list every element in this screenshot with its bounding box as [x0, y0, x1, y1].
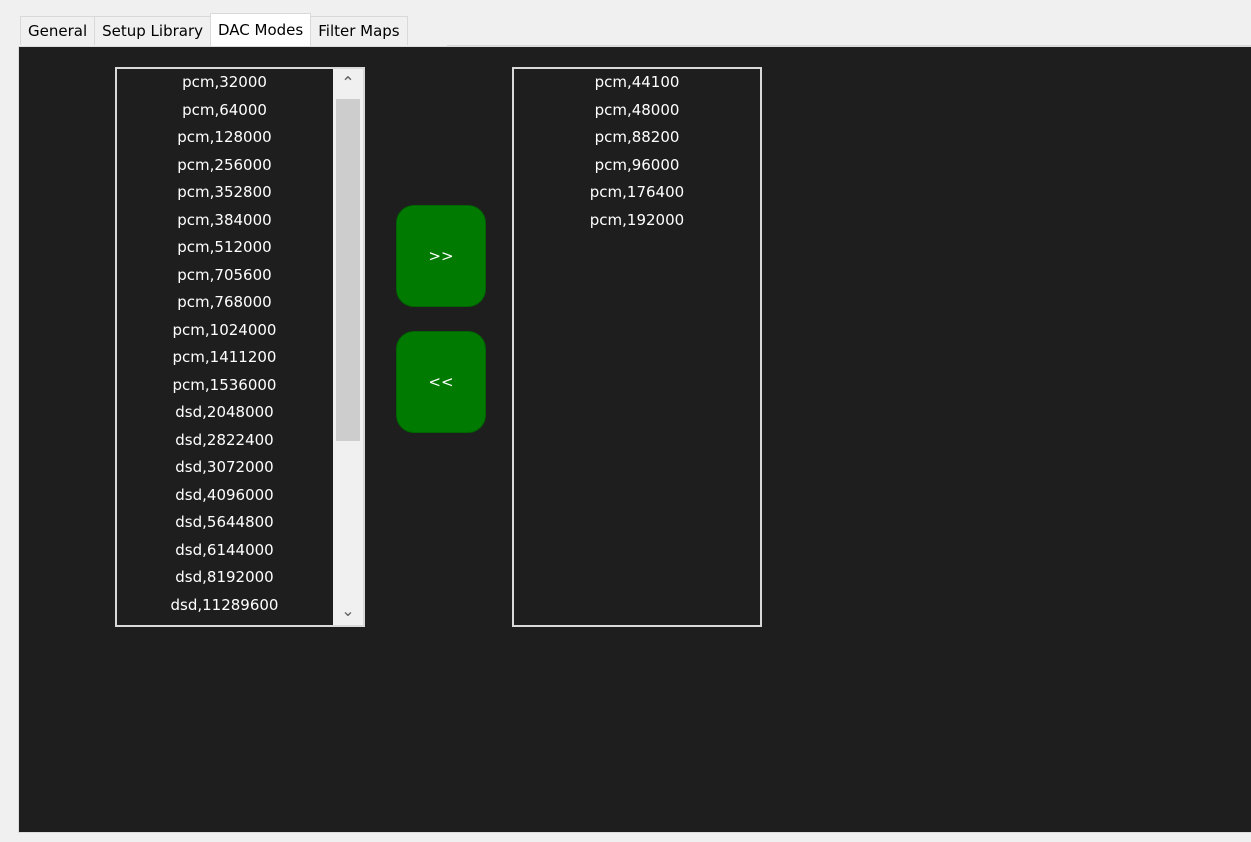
list-item[interactable]: dsd,3072000: [117, 454, 332, 482]
selected-modes-items: pcm,44100 pcm,48000 pcm,88200 pcm,96000 …: [514, 69, 760, 234]
list-item[interactable]: pcm,1411200: [117, 344, 332, 372]
list-item[interactable]: pcm,176400: [514, 179, 760, 207]
list-item[interactable]: dsd,8192000: [117, 564, 332, 592]
add-mode-button[interactable]: >>: [396, 205, 486, 307]
list-item[interactable]: pcm,96000: [514, 152, 760, 180]
scroll-up-icon[interactable]: ⌃: [333, 69, 363, 97]
list-item[interactable]: pcm,128000: [117, 124, 332, 152]
list-item[interactable]: pcm,88200: [514, 124, 760, 152]
list-item[interactable]: dsd,2048000: [117, 399, 332, 427]
tab-filter-maps[interactable]: Filter Maps: [310, 16, 408, 45]
vertical-scrollbar[interactable]: ⌃ ⌄: [333, 69, 363, 625]
list-item[interactable]: dsd,6144000: [117, 537, 332, 565]
list-item[interactable]: dsd,2822400: [117, 427, 332, 455]
tab-bar: General Setup Library DAC Modes Filter M…: [20, 13, 408, 46]
list-item[interactable]: dsd,11289600: [117, 592, 332, 620]
available-modes-list[interactable]: pcm,32000 pcm,64000 pcm,128000 pcm,25600…: [115, 67, 365, 627]
list-item[interactable]: pcm,512000: [117, 234, 332, 262]
list-item[interactable]: dsd,4096000: [117, 482, 332, 510]
list-item[interactable]: pcm,256000: [117, 152, 332, 180]
dac-modes-panel: pcm,32000 pcm,64000 pcm,128000 pcm,25600…: [18, 46, 1251, 833]
list-item[interactable]: pcm,64000: [117, 97, 332, 125]
list-item[interactable]: pcm,352800: [117, 179, 332, 207]
list-item[interactable]: pcm,1024000: [117, 317, 332, 345]
list-item[interactable]: pcm,32000: [117, 69, 332, 97]
remove-mode-button[interactable]: <<: [396, 331, 486, 433]
list-item[interactable]: pcm,192000: [514, 207, 760, 235]
list-item[interactable]: pcm,705600: [117, 262, 332, 290]
list-item[interactable]: pcm,1536000: [117, 372, 332, 400]
scroll-down-icon[interactable]: ⌄: [333, 597, 363, 625]
available-modes-items: pcm,32000 pcm,64000 pcm,128000 pcm,25600…: [117, 69, 332, 619]
list-item[interactable]: pcm,48000: [514, 97, 760, 125]
selected-modes-list[interactable]: pcm,44100 pcm,48000 pcm,88200 pcm,96000 …: [512, 67, 762, 627]
scroll-thumb[interactable]: [336, 99, 360, 441]
tab-setup-library[interactable]: Setup Library: [94, 16, 212, 45]
list-item[interactable]: dsd,5644800: [117, 509, 332, 537]
window-edge: [0, 0, 6, 842]
tab-dac-modes[interactable]: DAC Modes: [210, 13, 312, 46]
list-item[interactable]: pcm,768000: [117, 289, 332, 317]
list-item[interactable]: pcm,384000: [117, 207, 332, 235]
tab-general[interactable]: General: [20, 16, 96, 45]
list-item[interactable]: pcm,44100: [514, 69, 760, 97]
